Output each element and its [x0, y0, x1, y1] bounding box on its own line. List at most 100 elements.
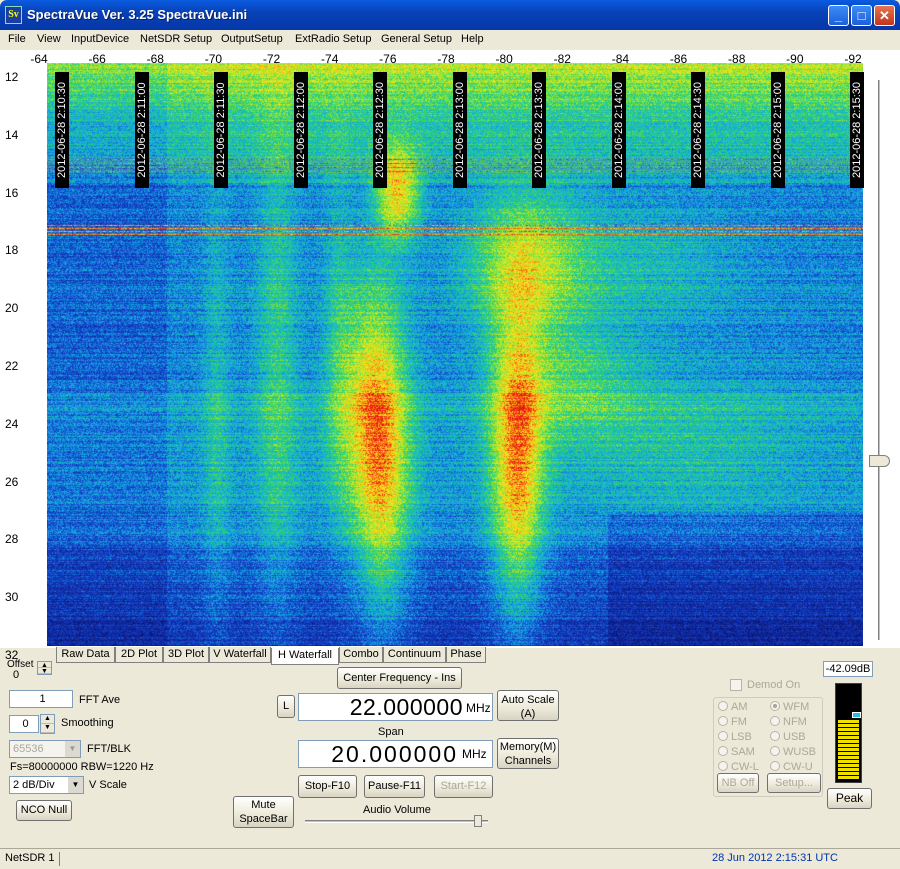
center-frequency-display[interactable]: 22.000000: [298, 693, 493, 721]
demod-checkbox[interactable]: [730, 679, 742, 691]
tab-continuum[interactable]: Continuum: [383, 647, 446, 663]
demod-radio-cw-l[interactable]: CW-L: [718, 761, 759, 773]
menu-general-setup[interactable]: General Setup: [381, 33, 452, 45]
l-button[interactable]: L: [277, 695, 295, 718]
smoothing-spinner[interactable]: ▲ ▼: [40, 714, 55, 734]
peak-marker: [852, 712, 861, 718]
audio-volume-slider[interactable]: [305, 820, 488, 823]
fft-blk-label: FFT/BLK: [87, 743, 132, 755]
timestamp-marker: 2012-06-28 2:13:30: [532, 72, 546, 188]
auto-scale-button[interactable]: Auto Scale (A): [497, 690, 559, 721]
status-bar: NetSDR 1 28 Jun 2012 2:15:31 UTC: [0, 848, 900, 869]
status-divider: [59, 852, 60, 866]
setup-button[interactable]: Setup...: [767, 773, 821, 793]
y-tick-label: 14: [5, 127, 19, 142]
y-tick-label: 16: [5, 185, 19, 200]
pause-button[interactable]: Pause-F11: [364, 775, 425, 798]
tab-phase[interactable]: Phase: [446, 647, 486, 663]
radio-label: SAM: [731, 746, 755, 758]
timestamp-marker: 2012-06-28 2:15:00: [770, 72, 785, 188]
mute-button[interactable]: Mute SpaceBar: [233, 796, 294, 828]
demod-radio-fm[interactable]: FM: [718, 716, 747, 728]
vscale-label: V Scale: [89, 779, 127, 791]
tab-h-waterfall[interactable]: H Waterfall: [271, 648, 339, 665]
audio-volume-thumb[interactable]: [474, 815, 482, 827]
peak-button[interactable]: Peak: [827, 788, 872, 809]
radio-label: WUSB: [783, 746, 816, 758]
tab-raw-data[interactable]: Raw Data: [56, 647, 115, 663]
menu-inputdevice[interactable]: InputDevice: [71, 33, 129, 45]
demod-radio-wfm[interactable]: WFM: [770, 701, 809, 713]
demod-radio-sam[interactable]: SAM: [718, 746, 755, 758]
fft-ave-input[interactable]: 1: [9, 690, 73, 708]
minimize-button[interactable]: _: [828, 5, 849, 26]
menu-view[interactable]: View: [37, 33, 61, 45]
radio-indicator: [770, 731, 780, 741]
radio-label: NFM: [783, 716, 807, 728]
demod-radio-usb[interactable]: USB: [770, 731, 806, 743]
timestamp-label: 2012-06-28 2:14:30: [692, 81, 704, 179]
radio-indicator: [718, 731, 728, 741]
y-tick-label: 28: [5, 532, 19, 547]
y-tick-label: 20: [5, 301, 19, 316]
audio-volume-label: Audio Volume: [363, 804, 431, 816]
tab-3d-plot[interactable]: 3D Plot: [163, 647, 209, 663]
menu-extradio-setup[interactable]: ExtRadio Setup: [295, 33, 371, 45]
stop-button[interactable]: Stop-F10: [298, 775, 357, 798]
fs-rbw-info: Fs=80000000 RBW=1220 Hz: [10, 761, 154, 773]
chevron-down-icon[interactable]: ▼: [65, 741, 80, 757]
y-tick-label: 22: [5, 359, 19, 373]
radio-indicator: [770, 746, 780, 756]
timestamp-marker: 2012-06-28 2:12:30: [373, 72, 387, 188]
reference-level-slider[interactable]: [878, 80, 881, 640]
tab-2d-plot[interactable]: 2D Plot: [115, 647, 163, 663]
timestamp-label: 2012-06-28 2:11:30: [215, 82, 227, 178]
center-frequency-button[interactable]: Center Frequency - Ins: [337, 667, 462, 689]
smoothing-input[interactable]: 0: [9, 715, 39, 733]
demod-label: Demod On: [747, 679, 801, 691]
radio-label: AM: [731, 701, 748, 713]
reference-level-slider-thumb[interactable]: [869, 455, 890, 467]
timestamp-marker: 2012-06-28 2:11:30: [214, 72, 228, 188]
signal-level-meter: [835, 683, 862, 783]
menu-help[interactable]: Help: [461, 33, 484, 45]
status-device: NetSDR 1: [5, 852, 55, 864]
radio-indicator: [718, 701, 728, 711]
demod-radio-cw-u[interactable]: CW-U: [770, 761, 813, 773]
demod-radio-am[interactable]: AM: [718, 701, 748, 713]
close-button[interactable]: ✕: [874, 5, 895, 26]
timestamp-marker: 2012-06-28 2:10:30: [55, 72, 69, 188]
chevron-down-icon[interactable]: ▼: [68, 777, 83, 793]
span-label: Span: [378, 726, 404, 738]
radio-indicator: [770, 761, 780, 771]
fft-ave-label: FFT Ave: [79, 694, 121, 706]
demod-radio-wusb[interactable]: WUSB: [770, 746, 816, 758]
menu-bar: File View InputDevice NetSDR Setup Outpu…: [0, 30, 900, 50]
y-tick-label: 18: [5, 243, 19, 258]
radio-label: WFM: [783, 701, 810, 713]
maximize-button[interactable]: □: [851, 5, 872, 26]
menu-outputsetup[interactable]: OutputSetup: [221, 33, 283, 45]
radio-label: USB: [783, 731, 806, 743]
demod-radio-lsb[interactable]: LSB: [718, 731, 752, 743]
timestamp-label: 2012-06-28 2:11:00: [135, 82, 148, 178]
radio-indicator: [718, 716, 728, 726]
radio-label: FM: [731, 716, 747, 728]
memory-channels-button[interactable]: Memory(M) Channels: [497, 738, 559, 769]
signal-level-fill: [838, 720, 859, 780]
smoothing-label: Smoothing: [61, 717, 114, 729]
offset-spinner[interactable]: ▲ ▼: [37, 661, 52, 675]
radio-label: CW-L: [731, 761, 759, 773]
start-button[interactable]: Start-F12: [434, 775, 493, 798]
nco-null-button[interactable]: NCO Null: [16, 800, 72, 821]
tab-v-waterfall[interactable]: V Waterfall: [209, 647, 271, 663]
demod-radio-nfm[interactable]: NFM: [770, 716, 807, 728]
offset-value[interactable]: 0: [10, 669, 36, 683]
center-frequency-unit: MHz: [466, 701, 491, 715]
radio-label: LSB: [731, 731, 752, 743]
timestamp-label: 2012-06-28 2:14:00: [612, 81, 625, 179]
time-axis: 12 14 16 18 20 22 24 26 28 30 32: [0, 0, 40, 869]
menu-netsdr-setup[interactable]: NetSDR Setup: [140, 33, 212, 45]
nb-off-button[interactable]: NB Off: [717, 773, 759, 793]
tab-combo[interactable]: Combo: [339, 647, 383, 663]
